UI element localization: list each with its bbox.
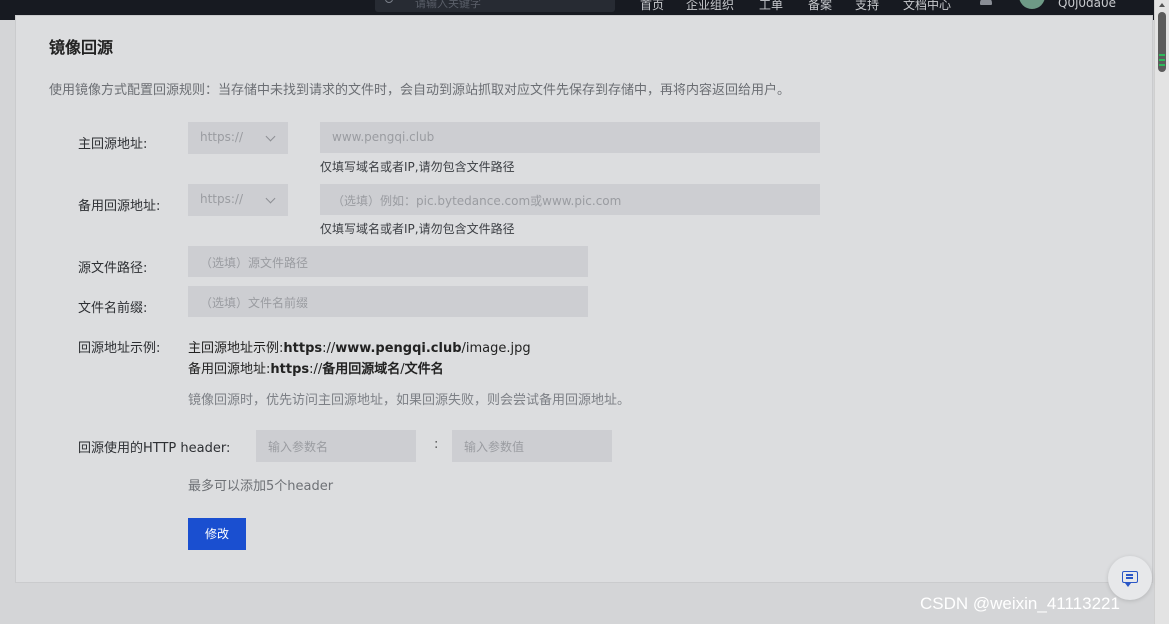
chat-icon [1122, 571, 1138, 587]
backup-protocol-value: https:// [200, 192, 244, 206]
search-placeholder: 请输入关键字 [415, 0, 481, 10]
mirror-origin-card: 镜像回源 使用镜像方式配置回源规则：当存储中未找到请求的文件时，会自动到源站抓取… [15, 15, 1153, 583]
backup-origin-input[interactable]: （选填）例如：pic.bytedance.com或www.pic.com [320, 184, 820, 215]
backup-example: 备用回源地址:https://备用回源域名/文件名 [188, 362, 444, 377]
http-header-label: 回源使用的HTTP header: [78, 441, 231, 456]
modify-button[interactable]: 修改 [188, 518, 246, 550]
primary-protocol-select[interactable]: https:// [188, 122, 288, 154]
nav-item-support[interactable]: 支持 [855, 0, 879, 13]
file-prefix-label: 文件名前缀: [78, 301, 148, 316]
example-label: 回源地址示例: [78, 341, 161, 356]
vertical-scrollbar[interactable] [1154, 0, 1169, 624]
watermark: CSDN @weixin_41113221 [920, 594, 1120, 613]
section-description: 使用镜像方式配置回源规则：当存储中未找到请求的文件时，会自动到源站抓取对应文件先… [49, 83, 791, 98]
nav-item-org[interactable]: 企业组织 [686, 0, 734, 13]
primary-origin-input[interactable]: www.pengqi.club [320, 122, 820, 153]
backup-origin-hint: 仅填写域名或者IP,请勿包含文件路径 [320, 222, 515, 236]
example-note: 镜像回源时，优先访问主回源地址，如果回源失败，则会尝试备用回源地址。 [188, 393, 631, 408]
header-limit-note: 最多可以添加5个header [188, 479, 334, 494]
page-title: 镜像回源 [49, 38, 114, 57]
header-value-input[interactable]: 输入参数值 [452, 430, 612, 462]
nav-item-ticket[interactable]: 工单 [759, 0, 783, 13]
nav-item-filing[interactable]: 备案 [808, 0, 832, 13]
source-path-input[interactable]: （选填）源文件路径 [188, 246, 588, 277]
source-path-label: 源文件路径: [78, 261, 148, 276]
chevron-down-icon [265, 193, 276, 204]
nav-item-home[interactable]: 首页 [640, 0, 664, 13]
global-search[interactable]: 请输入关键字 [375, 0, 615, 12]
scroll-up-icon[interactable] [1159, 3, 1165, 7]
primary-example: 主回源地址示例:https://www.pengqi.club/image.jp… [188, 341, 531, 356]
bell-icon[interactable] [980, 0, 992, 5]
chevron-down-icon [265, 131, 276, 142]
search-icon [385, 0, 393, 3]
backup-protocol-select[interactable]: https:// [188, 184, 288, 216]
nav-item-docs[interactable]: 文档中心 [903, 0, 951, 13]
primary-origin-hint: 仅填写域名或者IP,请勿包含文件路径 [320, 160, 515, 174]
primary-origin-label: 主回源地址: [78, 137, 148, 152]
header-name-input[interactable]: 输入参数名 [256, 430, 416, 462]
primary-protocol-value: https:// [200, 130, 244, 144]
scroll-thumb[interactable] [1158, 12, 1166, 72]
user-name[interactable]: Q0j0da0e [1058, 0, 1116, 10]
file-prefix-input[interactable]: （选填）文件名前缀 [188, 286, 588, 317]
backup-origin-label: 备用回源地址: [78, 199, 161, 214]
header-colon: : [434, 437, 439, 452]
avatar[interactable] [1019, 0, 1045, 9]
